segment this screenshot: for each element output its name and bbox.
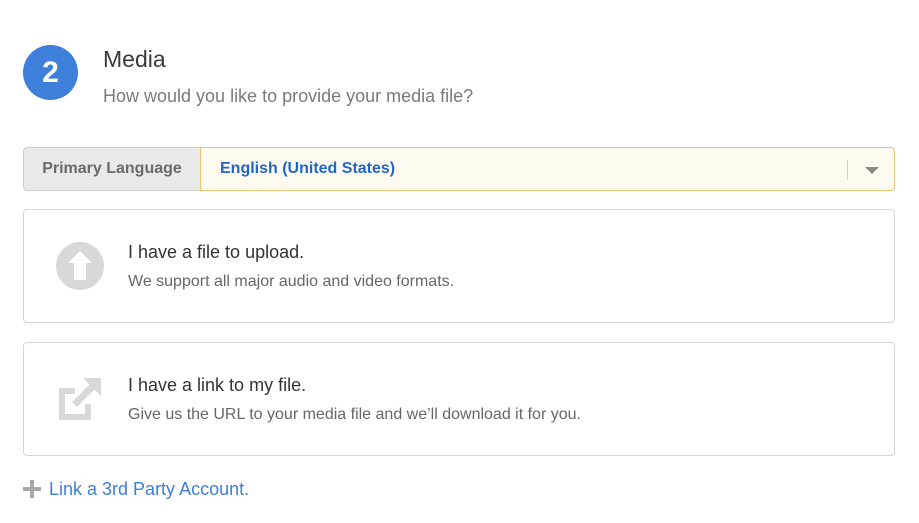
media-step-section: 2 Media How would you like to provide yo…: [0, 0, 919, 523]
step-number-badge: 2: [23, 45, 78, 100]
link-option-description: Give us the URL to your media file and w…: [128, 406, 581, 423]
primary-language-label: Primary Language: [23, 147, 200, 191]
upload-file-option[interactable]: I have a file to upload. We support all …: [23, 209, 895, 323]
upload-option-description: We support all major audio and video for…: [128, 273, 455, 290]
link-option-title: I have a link to my file.: [128, 375, 307, 395]
step-title: Media: [103, 46, 166, 72]
primary-language-field: Primary Language English (United States): [23, 147, 895, 191]
link-file-option[interactable]: I have a link to my file. Give us the UR…: [23, 342, 895, 456]
select-divider: [847, 160, 848, 180]
upload-icon: [56, 242, 104, 290]
primary-language-select[interactable]: English (United States): [200, 147, 895, 191]
chevron-down-icon[interactable]: [865, 167, 879, 174]
upload-option-title: I have a file to upload.: [128, 242, 305, 262]
link-third-party-account-label: Link a 3rd Party Account.: [49, 479, 250, 499]
external-link-icon: [59, 378, 101, 420]
primary-language-value: English (United States): [220, 160, 396, 177]
link-third-party-account-link[interactable]: Link a 3rd Party Account.: [23, 477, 249, 501]
step-subtitle: How would you like to provide your media…: [103, 86, 474, 106]
plus-icon: [23, 480, 41, 498]
